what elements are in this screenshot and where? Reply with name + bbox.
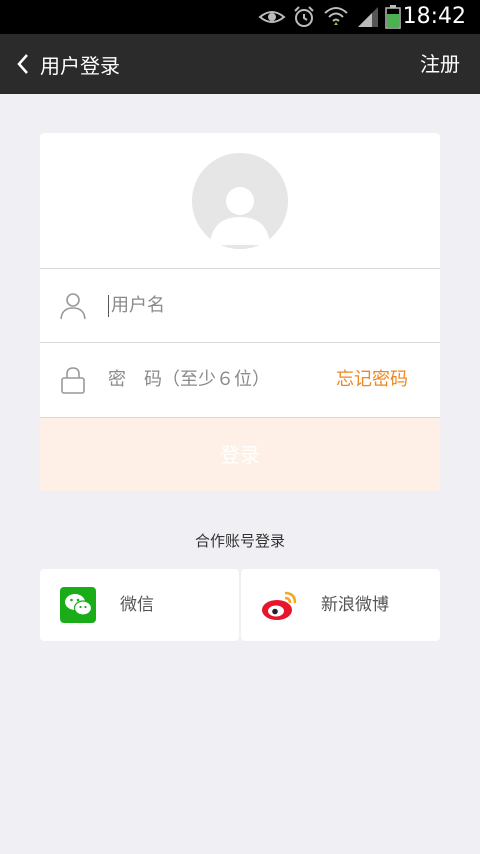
chevron-left-icon (17, 54, 28, 74)
alarm-icon (294, 6, 314, 27)
wechat-login-button[interactable]: 微信 (40, 569, 239, 641)
status-bar: 18:42 (0, 0, 480, 34)
battery-icon (385, 5, 401, 29)
back-button[interactable]: 用户登录 (16, 34, 120, 94)
wifi-icon (324, 7, 348, 25)
user-icon (60, 293, 86, 320)
username-row[interactable]: 用户名 (40, 268, 440, 342)
register-button[interactable]: 注册 (420, 34, 460, 94)
lock-icon (61, 367, 85, 394)
password-field[interactable]: 密 码（至少６位） (108, 343, 270, 417)
nav-bar: 用户登录 注册 (0, 34, 480, 94)
username-placeholder: 用户名 (111, 295, 165, 316)
weibo-label: 新浪微博 (321, 595, 389, 615)
wechat-icon (60, 587, 96, 623)
wechat-label: 微信 (120, 595, 154, 615)
username-field[interactable]: 用户名 (108, 269, 165, 343)
signal-icon (358, 7, 378, 27)
login-button[interactable]: 登录 (40, 417, 440, 491)
forgot-password-link[interactable]: 忘记密码 (336, 343, 408, 417)
status-time: 18:42 (402, 4, 466, 29)
partner-login-heading: 合作账号登录 (194, 532, 285, 550)
text-cursor (108, 295, 109, 317)
password-row[interactable]: 密 码（至少６位） 忘记密码 (40, 342, 440, 416)
eye-icon (258, 11, 286, 23)
weibo-icon (262, 591, 297, 620)
avatar-placeholder-icon (192, 153, 288, 249)
avatar (192, 153, 288, 249)
page-title: 用户登录 (40, 53, 120, 78)
weibo-login-button[interactable]: 新浪微博 (241, 569, 440, 641)
